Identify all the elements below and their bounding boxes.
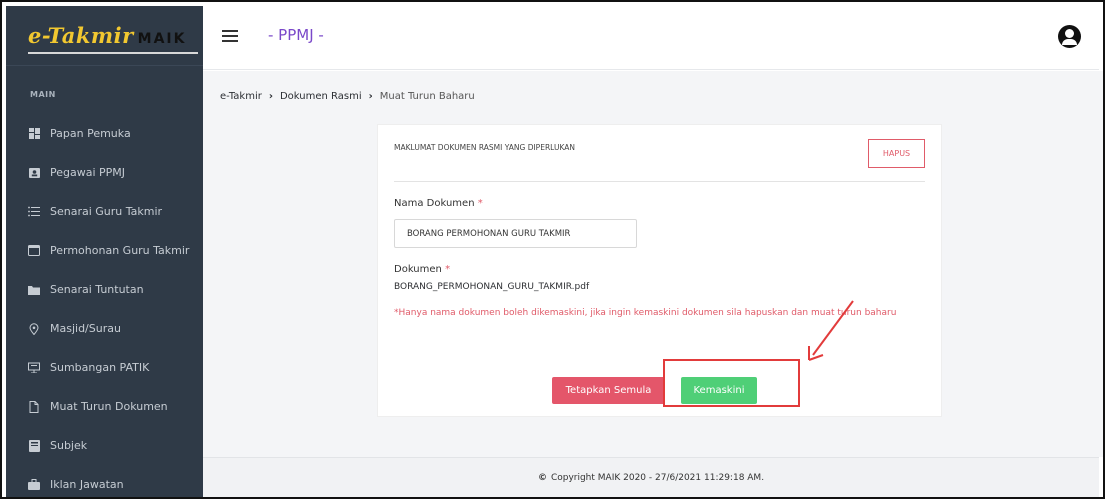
sidebar-item-masjid-surau[interactable]: Masjid/Surau xyxy=(6,309,203,348)
sidebar-item-muat-turun-dokumen[interactable]: Muat Turun Dokumen xyxy=(6,387,203,426)
list-icon xyxy=(28,206,40,218)
hamburger-menu-icon[interactable] xyxy=(222,30,238,42)
footer: © Copyright MAIK 2020 - 27/6/2021 11:29:… xyxy=(203,457,1099,497)
sidebar-item-iklan-jawatan[interactable]: Iklan Jawatan xyxy=(6,465,203,504)
sidebar-item-label: Muat Turun Dokumen xyxy=(50,400,168,413)
sidebar-item-papan-pemuka[interactable]: Papan Pemuka xyxy=(6,114,203,153)
sidebar: e-Takmir MAIK MAIN Papan Pemuka Pegawai P… xyxy=(6,6,203,497)
logo-text-suffix: MAIK xyxy=(137,31,187,47)
sidebar-item-permohonan-guru-takmir[interactable]: Permohonan Guru Takmir xyxy=(6,231,203,270)
logo-text-primary: e-Takmir xyxy=(28,23,134,48)
logo-text: e-Takmir MAIK xyxy=(28,23,186,48)
sidebar-item-label: Pegawai PPMJ xyxy=(50,166,126,179)
sidebar-item-label: Subjek xyxy=(50,439,88,452)
sidebar-item-label: Sumbangan PATIK xyxy=(50,361,150,374)
folder-icon xyxy=(28,284,40,296)
app-title: - PPMJ - xyxy=(268,26,324,44)
user-account-icon[interactable] xyxy=(1058,25,1081,48)
sidebar-item-label: Masjid/Surau xyxy=(50,322,121,335)
app-frame: e-Takmir MAIK MAIN Papan Pemuka Pegawai P… xyxy=(0,0,1105,499)
sidebar-item-pegawai-ppmj[interactable]: Pegawai PPMJ xyxy=(6,153,203,192)
topbar: - PPMJ - xyxy=(203,6,1099,70)
sidebar-item-label: Permohonan Guru Takmir xyxy=(50,244,190,257)
map-pin-icon xyxy=(28,322,40,335)
sidebar-item-sumbangan-patik[interactable]: Sumbangan PATIK xyxy=(6,348,203,387)
sidebar-item-label: Papan Pemuka xyxy=(50,127,131,140)
briefcase-icon xyxy=(28,479,40,491)
annotation-arrow-icon xyxy=(808,300,854,361)
user-card-icon xyxy=(28,167,40,179)
sidebar-nav: Papan Pemuka Pegawai PPMJ Senarai Guru T… xyxy=(6,114,203,504)
logo-underline xyxy=(28,52,198,54)
sidebar-item-label: Iklan Jawatan xyxy=(50,478,124,491)
sidebar-item-label: Senarai Tuntutan xyxy=(50,283,144,296)
sidebar-item-subjek[interactable]: Subjek xyxy=(6,426,203,465)
main-content: e-Takmir › Dokumen Rasmi › Muat Turun Ba… xyxy=(203,71,1103,457)
sidebar-section-label: MAIN xyxy=(30,90,56,99)
sidebar-item-label: Senarai Guru Takmir xyxy=(50,205,163,218)
window-icon xyxy=(28,245,40,257)
presentation-icon xyxy=(28,362,40,374)
sidebar-item-senarai-tuntutan[interactable]: Senarai Tuntutan xyxy=(6,270,203,309)
sidebar-item-senarai-guru-takmir[interactable]: Senarai Guru Takmir xyxy=(6,192,203,231)
book-icon xyxy=(28,439,40,452)
copyright-text: Copyright MAIK 2020 - 27/6/2021 11:29:18… xyxy=(550,472,765,483)
copyright-icon: © xyxy=(537,472,547,483)
logo[interactable]: e-Takmir MAIK xyxy=(6,6,203,66)
file-icon xyxy=(28,400,40,413)
dashboard-icon xyxy=(28,128,40,140)
